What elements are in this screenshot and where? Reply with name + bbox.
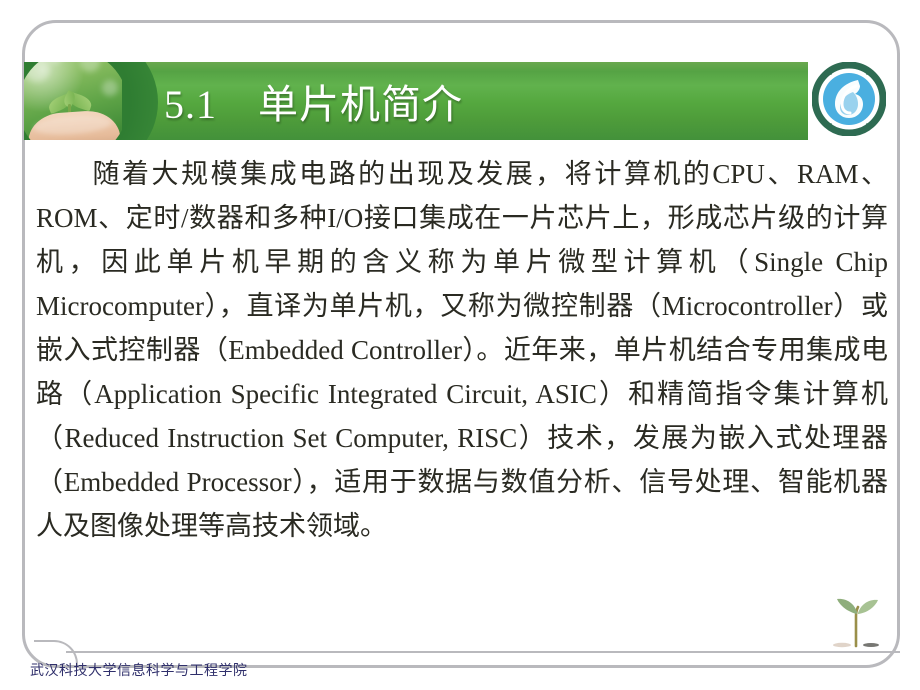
- slide-body-text: 随着大规模集成电路的出现及发展，将计算机的CPU、RAM、ROM、定时/数器和多…: [36, 152, 888, 548]
- frame-edge-mask: [901, 0, 920, 690]
- seedling-sprout-decoration-icon: [828, 590, 886, 648]
- footer-divider: [66, 651, 900, 653]
- seedling-photo: [24, 62, 122, 140]
- wust-university-emblem-icon: [811, 61, 887, 137]
- footer-institution-label: 武汉科技大学信息科学与工程学院: [30, 663, 248, 679]
- slide-canvas: 5.1 单片机简介 随着大规模集成电路的出现及发展，将计算机的CPU、RAM、R…: [0, 0, 920, 690]
- title-banner: 5.1 单片机简介: [24, 62, 808, 140]
- slide-title: 5.1 单片机简介: [164, 82, 463, 127]
- body-paragraph: 随着大规模集成电路的出现及发展，将计算机的CPU、RAM、ROM、定时/数器和多…: [36, 159, 888, 541]
